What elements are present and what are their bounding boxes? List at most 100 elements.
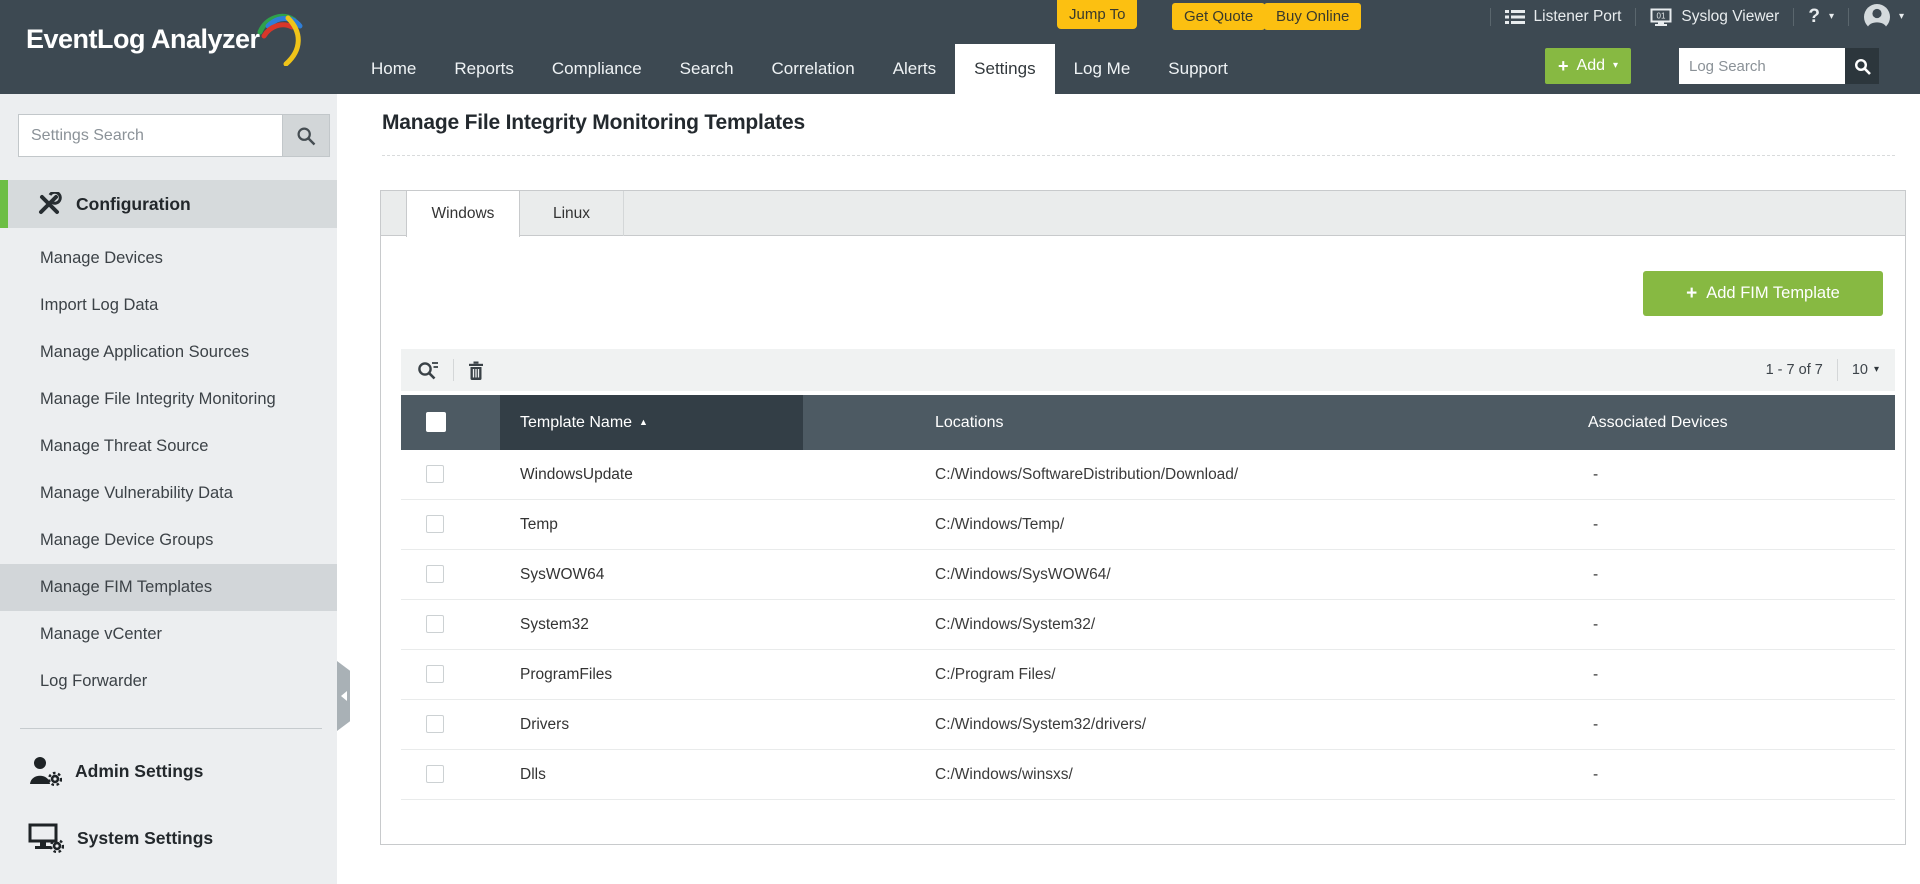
syslog-viewer-icon: 01 bbox=[1650, 8, 1672, 26]
nav-item-compliance[interactable]: Compliance bbox=[533, 44, 661, 94]
chevron-down-icon: ▾ bbox=[1612, 60, 1619, 71]
template-name-cell[interactable]: System32 bbox=[520, 600, 589, 650]
column-header-associated-devices[interactable]: Associated Devices bbox=[1588, 395, 1728, 450]
sidebar-item-manage-fim-templates[interactable]: Manage FIM Templates bbox=[0, 564, 337, 611]
section-accent-bar bbox=[0, 180, 8, 228]
get-quote-button[interactable]: Get Quote bbox=[1172, 3, 1266, 30]
sidebar-menu: Manage Devices Import Log Data Manage Ap… bbox=[0, 235, 337, 705]
plus-icon: + bbox=[1558, 56, 1569, 76]
template-name-cell[interactable]: WindowsUpdate bbox=[520, 450, 633, 500]
location-cell: C:/Windows/Temp/ bbox=[935, 516, 1065, 533]
sidebar-section-label: Configuration bbox=[76, 193, 191, 214]
os-tabbar: Windows Linux bbox=[381, 191, 1905, 237]
nav-item-home[interactable]: Home bbox=[352, 44, 435, 94]
syslog-viewer-button[interactable]: 01 Syslog Viewer bbox=[1636, 8, 1793, 26]
svg-text:01: 01 bbox=[1657, 12, 1666, 21]
location-cell: C:/Windows/SysWOW64/ bbox=[935, 566, 1111, 583]
nav-item-support[interactable]: Support bbox=[1149, 44, 1247, 94]
toolbar-actions bbox=[417, 359, 484, 381]
nav-item-log-me[interactable]: Log Me bbox=[1055, 44, 1150, 94]
fim-templates-panel: Windows Linux + Add FIM Template 1 - 7 o… bbox=[380, 190, 1906, 845]
settings-search-input[interactable] bbox=[18, 114, 283, 157]
app-logo: EventLog Analyzer bbox=[26, 14, 303, 66]
settings-search bbox=[18, 114, 330, 157]
page-size-dropdown[interactable]: 10 ▾ bbox=[1852, 362, 1879, 378]
table-row: Temp C:/Windows/Temp/ - bbox=[401, 500, 1895, 550]
header-utility-bar: Listener Port 01 Syslog Viewer ? ▾ ▾ bbox=[1489, 0, 1911, 34]
sidebar-item-system-settings[interactable]: System Settings bbox=[0, 815, 337, 861]
sidebar-item-manage-vcenter[interactable]: Manage vCenter bbox=[0, 611, 337, 658]
jump-to-button[interactable]: Jump To bbox=[1057, 0, 1138, 29]
help-icon: ? bbox=[1808, 6, 1820, 27]
sidebar-item-manage-application-sources[interactable]: Manage Application Sources bbox=[0, 329, 337, 376]
row-checkbox[interactable] bbox=[426, 565, 444, 583]
system-settings-label: System Settings bbox=[77, 827, 214, 848]
monitor-gear-icon bbox=[28, 823, 64, 853]
logo-swoosh-icon bbox=[257, 14, 303, 66]
trash-icon bbox=[469, 361, 483, 380]
location-cell: C:/Program Files/ bbox=[935, 666, 1056, 683]
select-all-checkbox[interactable] bbox=[426, 412, 446, 432]
template-name-cell[interactable]: Drivers bbox=[520, 700, 569, 750]
row-checkbox[interactable] bbox=[426, 765, 444, 783]
sidebar-item-manage-devices[interactable]: Manage Devices bbox=[0, 235, 337, 282]
table-row: System32 C:/Windows/System32/ - bbox=[401, 600, 1895, 650]
table-search-button[interactable] bbox=[417, 360, 439, 380]
toolbar-divider bbox=[453, 359, 454, 381]
sidebar-item-manage-file-integrity-monitoring[interactable]: Manage File Integrity Monitoring bbox=[0, 376, 337, 423]
table-toolbar: 1 - 7 of 7 10 ▾ bbox=[401, 349, 1895, 391]
sidebar-item-import-log-data[interactable]: Import Log Data bbox=[0, 282, 337, 329]
location-cell: C:/Windows/SoftwareDistribution/Download… bbox=[935, 466, 1239, 483]
pagination: 1 - 7 of 7 10 ▾ bbox=[1766, 359, 1879, 381]
help-menu-button[interactable]: ? ▾ bbox=[1794, 6, 1848, 28]
nav-item-reports[interactable]: Reports bbox=[435, 44, 533, 94]
template-name-cell[interactable]: Temp bbox=[520, 500, 558, 550]
associated-devices-cell: - bbox=[1593, 766, 1599, 783]
location-cell: C:/Windows/winsxs/ bbox=[935, 766, 1073, 783]
sidebar-item-manage-vulnerability-data[interactable]: Manage Vulnerability Data bbox=[0, 470, 337, 517]
associated-devices-cell: - bbox=[1593, 716, 1599, 733]
row-checkbox[interactable] bbox=[426, 615, 444, 633]
row-checkbox[interactable] bbox=[426, 515, 444, 533]
app-header: EventLog Analyzer Jump To Get Quote Buy … bbox=[0, 0, 1920, 94]
column-header-template-name[interactable]: Template Name ▲ bbox=[520, 395, 648, 450]
row-checkbox[interactable] bbox=[426, 665, 444, 683]
sidebar-section-configuration[interactable]: Configuration bbox=[0, 180, 337, 228]
chevron-left-icon bbox=[340, 691, 347, 701]
title-separator bbox=[382, 155, 1895, 156]
template-name-header-label: Template Name bbox=[520, 414, 633, 431]
page-title: Manage File Integrity Monitoring Templat… bbox=[382, 111, 805, 134]
sidebar-collapse-handle[interactable] bbox=[337, 661, 350, 731]
sidebar-item-manage-device-groups[interactable]: Manage Device Groups bbox=[0, 517, 337, 564]
nav-item-settings[interactable]: Settings bbox=[955, 44, 1055, 94]
user-menu-button[interactable]: ▾ bbox=[1849, 3, 1910, 31]
delete-button[interactable] bbox=[468, 361, 484, 380]
buy-online-button[interactable]: Buy Online bbox=[1264, 3, 1362, 30]
sidebar-item-log-forwarder[interactable]: Log Forwarder bbox=[0, 658, 337, 705]
tab-linux[interactable]: Linux bbox=[520, 191, 624, 236]
add-button-label: Add bbox=[1576, 57, 1605, 74]
template-name-cell[interactable]: ProgramFiles bbox=[520, 650, 612, 700]
add-button[interactable]: + Add ▾ bbox=[1545, 48, 1632, 84]
log-search-input[interactable] bbox=[1679, 48, 1845, 84]
template-name-cell[interactable]: SysWOW64 bbox=[520, 550, 604, 600]
search-icon bbox=[297, 126, 316, 145]
search-icon bbox=[1854, 58, 1871, 75]
app-logo-text: EventLog Analyzer bbox=[26, 24, 260, 54]
template-name-cell[interactable]: Dlls bbox=[520, 750, 546, 800]
nav-item-alerts[interactable]: Alerts bbox=[874, 44, 955, 94]
nav-item-search[interactable]: Search bbox=[661, 44, 753, 94]
sidebar-item-manage-threat-source[interactable]: Manage Threat Source bbox=[0, 423, 337, 470]
add-fim-template-button[interactable]: + Add FIM Template bbox=[1643, 271, 1883, 316]
settings-search-button[interactable] bbox=[283, 114, 330, 157]
chevron-down-icon: ▾ bbox=[1873, 364, 1879, 375]
nav-item-correlation[interactable]: Correlation bbox=[753, 44, 874, 94]
listener-port-button[interactable]: Listener Port bbox=[1491, 8, 1636, 26]
sidebar-item-admin-settings[interactable]: Admin Settings bbox=[0, 748, 337, 794]
search-lines-icon bbox=[418, 362, 438, 380]
tab-windows[interactable]: Windows bbox=[406, 191, 520, 237]
row-checkbox[interactable] bbox=[426, 465, 444, 483]
column-header-locations[interactable]: Locations bbox=[935, 395, 1004, 450]
row-checkbox[interactable] bbox=[426, 715, 444, 733]
log-search-button[interactable] bbox=[1845, 48, 1879, 84]
